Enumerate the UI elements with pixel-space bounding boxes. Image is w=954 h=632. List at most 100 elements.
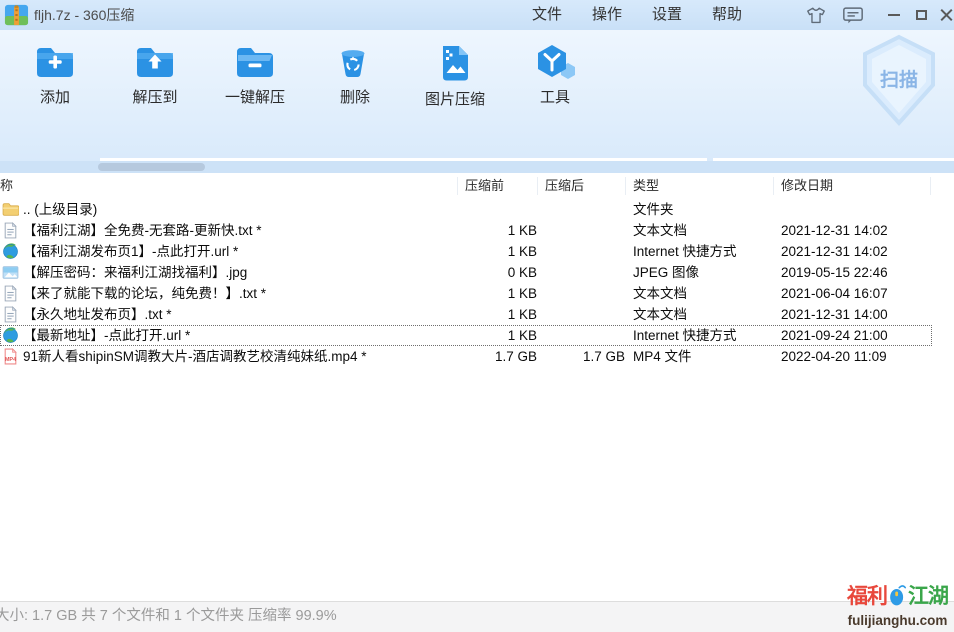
jpg-file-icon bbox=[2, 264, 19, 281]
txt-file-icon bbox=[2, 285, 19, 302]
file-list-pane: 名称 压缩前 压缩后 类型 修改日期 .. (上级目录)文件夹【福利江湖】全免费… bbox=[0, 173, 954, 601]
cell-before: 1 KB bbox=[437, 325, 537, 346]
cell-before: 1 KB bbox=[437, 220, 537, 241]
skin-theme-icon[interactable] bbox=[803, 4, 829, 26]
trash-recycle-icon bbox=[333, 42, 377, 82]
app-archive-icon bbox=[4, 3, 29, 27]
close-button[interactable] bbox=[936, 0, 954, 30]
window-title: fljh.7z - 360压缩 bbox=[34, 0, 134, 30]
cell-before: 1 KB bbox=[437, 304, 537, 325]
folder-add-icon bbox=[33, 42, 77, 82]
extract-to-button[interactable]: 解压到 bbox=[105, 36, 205, 138]
status-summary: 大小: 1.7 GB 共 7 个文件和 1 个文件夹 压缩率 99.9% bbox=[0, 602, 337, 631]
cell-type: 文本文档 bbox=[633, 304, 687, 325]
cell-before: 1.7 GB bbox=[437, 346, 537, 367]
horizontal-scrollbar-thumb[interactable] bbox=[98, 163, 205, 171]
scan-label: 扫描 bbox=[880, 68, 918, 91]
header-type[interactable]: 类型 bbox=[633, 173, 659, 199]
file-row[interactable]: 【来了就能下载的论坛，纯免费！】.txt * 1 KB 文本文档 2021-06-04… bbox=[0, 283, 954, 304]
watermark-domain: fulijianghu.com bbox=[847, 614, 948, 628]
cell-date: 2021-09-24 21:00 bbox=[781, 325, 888, 346]
tool-label: 删除 bbox=[305, 86, 405, 107]
one-click-extract-button[interactable]: 一键解压 bbox=[205, 36, 305, 138]
tools-button[interactable]: 工具 bbox=[505, 36, 605, 138]
column-separator bbox=[537, 177, 538, 195]
feedback-icon[interactable] bbox=[840, 4, 866, 26]
cell-name: 【来了就能下载的论坛，纯免费！】.txt * bbox=[23, 283, 266, 304]
file-row[interactable]: .. (上级目录)文件夹 bbox=[0, 199, 954, 220]
menubar: 文件 操作 设置 帮助 bbox=[528, 0, 746, 30]
scan-badge[interactable]: 扫描 bbox=[858, 34, 940, 126]
watermark-text-green: 江湖 bbox=[908, 586, 948, 607]
cell-date: 2021-06-04 16:07 bbox=[781, 283, 888, 304]
svg-text:MP4: MP4 bbox=[5, 357, 17, 363]
cell-date: 2021-12-31 14:02 bbox=[781, 241, 888, 262]
cell-type: JPEG 图像 bbox=[633, 262, 699, 283]
cell-type: 文件夹 bbox=[633, 199, 674, 220]
file-row[interactable]: 【最新地址】-点此打开.url * 1 KB Internet 快捷方式 2021-0… bbox=[0, 325, 954, 346]
txt-file-icon bbox=[2, 222, 19, 239]
mouse-icon bbox=[888, 583, 907, 611]
menu-settings[interactable]: 设置 bbox=[648, 0, 686, 30]
tool-label: 一键解压 bbox=[205, 86, 305, 107]
menu-help[interactable]: 帮助 bbox=[708, 0, 746, 30]
header-name[interactable]: 名称 bbox=[0, 173, 13, 199]
url-file-icon bbox=[2, 243, 19, 260]
cell-after: 1.7 GB bbox=[525, 346, 625, 367]
cell-date: 2021-12-31 14:00 bbox=[781, 304, 888, 325]
horizontal-scrollbar bbox=[0, 161, 954, 173]
cell-name: 【永久地址发布页】.txt * bbox=[23, 304, 172, 325]
image-compress-button[interactable]: 图片压缩 bbox=[405, 36, 505, 138]
file-row[interactable]: MP491新人看shipinSM调教大片-酒店调教艺校清纯妹纸.mp4 *1.7… bbox=[0, 346, 954, 367]
folder-file-icon bbox=[2, 201, 19, 218]
cell-before: 1 KB bbox=[437, 241, 537, 262]
minimize-button[interactable] bbox=[884, 0, 904, 30]
menu-file[interactable]: 文件 bbox=[528, 0, 566, 30]
menu-actions[interactable]: 操作 bbox=[588, 0, 626, 30]
column-separator bbox=[457, 177, 458, 195]
titlebar: fljh.7z - 360压缩 文件 操作 设置 帮助 bbox=[0, 0, 954, 30]
file-row[interactable]: 【永久地址发布页】.txt * 1 KB 文本文档 2021-12-31 14:00 bbox=[0, 304, 954, 325]
delete-button[interactable]: 删除 bbox=[305, 36, 405, 138]
cell-name: 【福利江湖】全免费-无套路-更新快.txt * bbox=[23, 220, 262, 241]
add-button[interactable]: 添加 bbox=[5, 36, 105, 138]
url-file-icon bbox=[2, 327, 19, 344]
360zip-window: fljh.7z - 360压缩 文件 操作 设置 帮助 bbox=[0, 0, 954, 632]
cell-type: 文本文档 bbox=[633, 220, 687, 241]
cell-name: 【解压密码：来福利江湖找福利】.jpg bbox=[23, 262, 247, 283]
list-header: 名称 压缩前 压缩后 类型 修改日期 bbox=[0, 173, 954, 199]
cell-name: 【最新地址】-点此打开.url * bbox=[23, 325, 190, 346]
watermark-logo: 福利 江湖 fulijianghu.com bbox=[847, 583, 948, 628]
header-date-modified[interactable]: 修改日期 bbox=[781, 173, 833, 199]
toolbar: 添加 解压到 一键解压 删除 bbox=[0, 30, 954, 161]
cell-before: 0 KB bbox=[437, 262, 537, 283]
header-size-before[interactable]: 压缩前 bbox=[465, 173, 504, 199]
column-separator bbox=[773, 177, 774, 195]
txt-file-icon bbox=[2, 306, 19, 323]
file-row[interactable]: 【福利江湖发布页1】-点此打开.url * 1 KB Internet 快捷方式 20… bbox=[0, 241, 954, 262]
folder-open-icon bbox=[233, 42, 277, 82]
cell-type: 文本文档 bbox=[633, 283, 687, 304]
cell-type: MP4 文件 bbox=[633, 346, 692, 367]
tool-label: 工具 bbox=[505, 86, 605, 107]
file-row[interactable]: 【解压密码：来福利江湖找福利】.jpg 0 KB JPEG 图像 2019-05-15… bbox=[0, 262, 954, 283]
tool-label: 解压到 bbox=[105, 86, 205, 107]
cell-date: 2019-05-15 22:46 bbox=[781, 262, 888, 283]
cell-name: 【福利江湖发布页1】-点此打开.url * bbox=[23, 241, 238, 262]
folder-extract-icon bbox=[133, 42, 177, 82]
mp4-file-icon: MP4 bbox=[2, 348, 19, 365]
cell-type: Internet 快捷方式 bbox=[633, 241, 737, 262]
cell-before: 1 KB bbox=[437, 283, 537, 304]
statusbar: 大小: 1.7 GB 共 7 个文件和 1 个文件夹 压缩率 99.9% bbox=[0, 601, 954, 632]
tools-cube-icon bbox=[533, 42, 577, 82]
file-list: .. (上级目录)文件夹【福利江湖】全免费-无套路-更新快.txt * 1 KB 文… bbox=[0, 199, 954, 367]
cell-date: 2022-04-20 11:09 bbox=[781, 346, 887, 367]
cell-date: 2021-12-31 14:02 bbox=[781, 220, 888, 241]
maximize-button[interactable] bbox=[911, 0, 931, 30]
tool-label: 图片压缩 bbox=[405, 88, 505, 109]
column-separator bbox=[930, 177, 931, 195]
cell-type: Internet 快捷方式 bbox=[633, 325, 737, 346]
tool-label: 添加 bbox=[5, 86, 105, 107]
header-size-after[interactable]: 压缩后 bbox=[545, 173, 584, 199]
file-row[interactable]: 【福利江湖】全免费-无套路-更新快.txt * 1 KB 文本文档 2021-12-3… bbox=[0, 220, 954, 241]
